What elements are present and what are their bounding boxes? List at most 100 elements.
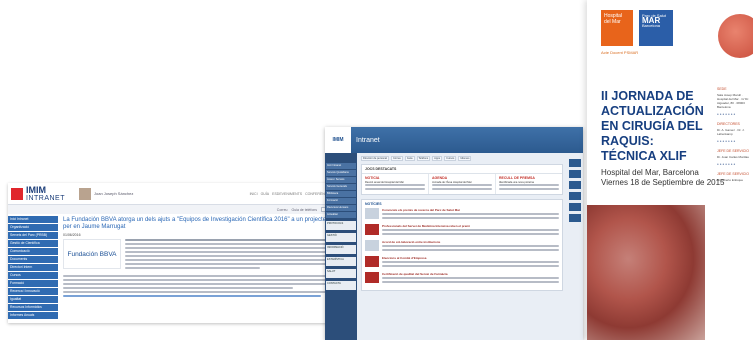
info-text: Dr. Alberto Enfoque — [717, 178, 744, 182]
header-link[interactable]: GUÍA — [261, 192, 270, 196]
sidebar-item[interactable]: Cursos — [8, 272, 58, 279]
info-label: SEDE — [717, 87, 727, 91]
divider: ••••••• — [717, 112, 737, 118]
sidebar-item[interactable]: Serveis Generals — [326, 184, 356, 190]
sidebar-item[interactable]: Comunicació — [8, 248, 58, 255]
header-link[interactable]: ESDEVENIMENTS — [272, 192, 302, 196]
poster-title: II JORNADA DE ACTUALIZACIÓN EN CIRUGÍA D… — [601, 89, 704, 163]
quick-link[interactable]: Correu — [390, 156, 403, 161]
sidebar-item[interactable]: Inici Intranet — [8, 216, 58, 223]
imim-logo-mark — [11, 187, 23, 200]
imim-logo[interactable]: IMIM INTRANET — [8, 184, 65, 202]
quick-link[interactable]: Directori de personal — [361, 156, 389, 161]
quick-link[interactable]: Apps — [432, 156, 443, 161]
divider: ••••••• — [717, 139, 737, 145]
sidebar-item[interactable]: Inici Intranet — [326, 163, 356, 169]
news-title: Certificació de qualitat del Servei de F… — [382, 272, 448, 277]
info-label: JEFE DE SERVICIO — [717, 149, 750, 153]
promo-banner[interactable]: PROTOCOLS — [326, 221, 356, 230]
right-widgets — [567, 153, 583, 340]
article-body — [125, 239, 350, 271]
quick-link[interactable]: Idiomes — [458, 156, 472, 161]
sidebar-item[interactable]: Recursos Humans — [326, 205, 356, 211]
widget-button[interactable] — [569, 214, 581, 222]
sidebar-item[interactable]: Serveis del Parc (PRBB) — [8, 232, 58, 239]
news-thumbnail — [365, 240, 379, 252]
widget-button[interactable] — [569, 170, 581, 178]
news-thumbnail — [365, 208, 379, 220]
news-item[interactable]: Acord de col·laboració entre institucion… — [365, 240, 559, 253]
quick-link[interactable]: Guía — [404, 156, 415, 161]
article-date: 01/06/2016 — [63, 233, 81, 237]
news-item[interactable]: Convocats els premis de recerca del Parc… — [365, 208, 559, 221]
sidebar-item[interactable]: Organització — [8, 224, 58, 231]
widget-button[interactable] — [569, 181, 581, 189]
promo-banner[interactable]: ESTADÍSTICA — [326, 257, 356, 266]
sidebar-item[interactable]: Formació — [326, 198, 356, 204]
column-head: AGENDA — [432, 176, 448, 180]
news-list: NOTÍCIES Convocats els premis de recerca… — [361, 199, 563, 292]
imim-logo-top: IMIM — [26, 184, 46, 195]
promo-banner[interactable]: INFORMACIÓ — [326, 245, 356, 254]
featured-column[interactable]: AGENDA Jornada de l'Àrea Hospital del Ma… — [429, 174, 496, 195]
promo-banner[interactable]: CONTACTA — [326, 281, 356, 290]
widget-button[interactable] — [569, 192, 581, 200]
toolbar-link[interactable]: Guia de telèfons — [292, 208, 318, 212]
article-title: La Fundación BBVA atorga un dels ajuts a… — [63, 217, 344, 230]
sidebar-item[interactable]: Documents — [8, 256, 58, 263]
user-profile[interactable]: Joan Joseph Sánchez — [79, 187, 134, 200]
widget-button[interactable] — [569, 203, 581, 211]
logo-parc-bottom: Barcelona — [642, 23, 661, 28]
sidebar-item[interactable]: Biblioteca — [326, 191, 356, 197]
news-title: Convocats els premis de recerca del Parc… — [382, 208, 461, 213]
sidebar-item[interactable]: Recursos Informàtics — [8, 304, 58, 311]
info-text: Dr. A. Gamez · Dr. J. Lahenkamp — [717, 128, 745, 136]
sidebar-item[interactable]: Recerca i Innovació — [8, 288, 58, 295]
promo-banner[interactable]: GESTIÓ — [326, 233, 356, 242]
featured-column[interactable]: NOTICIA Reunió anual del Hospital del Ma… — [362, 174, 429, 195]
intranet-header: IMIM Intranet — [325, 127, 583, 153]
column-head: NOTICIA — [365, 176, 380, 180]
sidebar-item[interactable]: Formació — [8, 280, 58, 287]
imim-intranet-screenshot: IMIM INTRANET Joan Joseph Sánchez INICI … — [8, 183, 355, 323]
featured-heading: JOCS DESTACATS — [362, 165, 562, 174]
imim-logo[interactable]: IMIM — [325, 127, 351, 153]
sidebar-item[interactable]: Actualitat — [326, 212, 356, 218]
fundacion-bbva-logo: Fundación BBVA — [63, 239, 121, 269]
column-head: RECULL DE PREMSA — [499, 176, 535, 180]
article-content: La Fundación BBVA atorga un dels ajuts a… — [58, 214, 355, 320]
news-item[interactable]: Eleccions al Comitè d'Empresa — [365, 256, 559, 269]
parc-salut-mar-logo: Parc de Salut MAR Barcelona — [639, 10, 673, 46]
news-item[interactable]: Professionals del Servei de Medicina Int… — [365, 224, 559, 237]
info-label: DIRECTORES — [717, 122, 740, 126]
poster-logos: Hospital del Mar Parc de Salut MAR Barce… — [601, 10, 673, 46]
news-thumbnail — [365, 256, 379, 268]
user-name: Joan Joseph Sánchez — [94, 191, 134, 196]
toolbar-link[interactable]: Correu — [277, 208, 288, 212]
sidebar-item[interactable]: Informes Anuals — [8, 312, 58, 319]
hospital-del-mar-logo: Hospital del Mar — [601, 10, 633, 46]
poster-place: Hospital del Mar, Barcelona — [601, 168, 699, 177]
intranet-title: Intranet — [356, 136, 380, 144]
quick-link[interactable]: Telèfons — [416, 156, 431, 161]
header-link[interactable]: INICI — [250, 192, 258, 196]
featured-box: JOCS DESTACATS NOTICIA Reunió anual del … — [361, 164, 563, 196]
news-title: Acord de col·laboració entre institucion… — [382, 240, 441, 245]
promo-banner[interactable]: SALUT — [326, 269, 356, 278]
news-title: Professionals del Servei de Medicina Int… — [382, 224, 470, 229]
featured-column[interactable]: RECULL DE PREMSA Identificada una nova p… — [496, 174, 562, 194]
jornada-poster: Hospital del Mar Parc de Salut MAR Barce… — [587, 0, 753, 340]
info-text: Dr. Joan Carles Monllau — [717, 155, 750, 159]
sidebar-item[interactable]: Serveis Quotidians — [326, 170, 356, 176]
divider: ••••••• — [717, 162, 737, 168]
widget-button[interactable] — [569, 159, 581, 167]
quick-link[interactable]: Cursos — [444, 156, 457, 161]
spine-image — [587, 205, 705, 340]
avatar — [79, 187, 91, 200]
sidebar-item[interactable]: Igualtat — [8, 296, 58, 303]
news-item[interactable]: Certificació de qualitat del Servei de F… — [365, 272, 559, 285]
sidebar-item[interactable]: Gestió de Científica — [8, 240, 58, 247]
intranet-sidebar: Inici Intranet Serveis Quotidians Àrees … — [325, 153, 357, 340]
sidebar-item[interactable]: Àrees i Serveis — [326, 177, 356, 183]
sidebar-item[interactable]: Directori Intern — [8, 264, 58, 271]
